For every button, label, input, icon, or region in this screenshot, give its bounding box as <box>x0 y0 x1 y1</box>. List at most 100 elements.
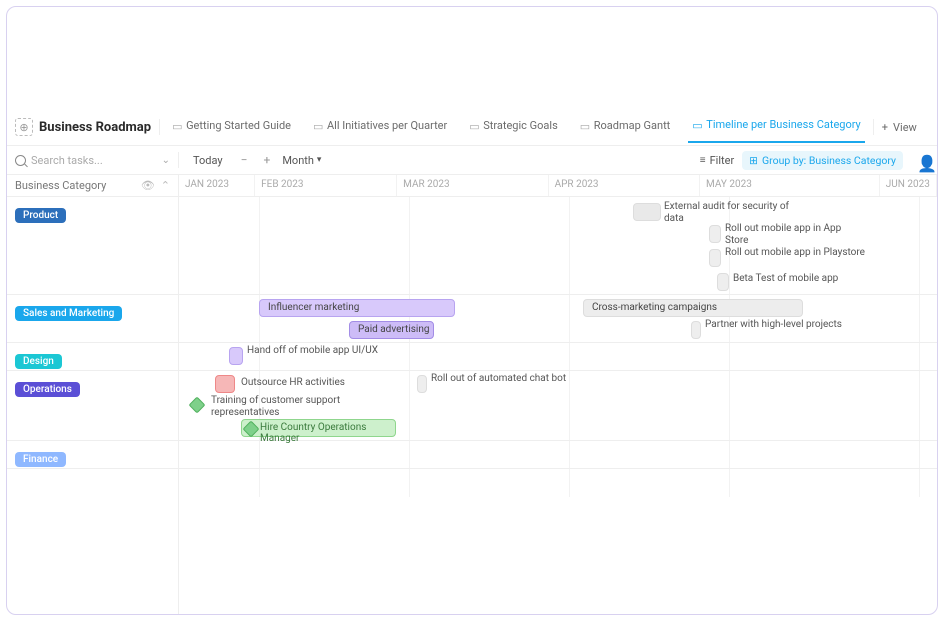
task-block[interactable] <box>417 375 427 393</box>
task-label: Hand off of mobile app UI/UX <box>247 345 378 357</box>
group-by-label: Group by: Business Category <box>762 154 896 167</box>
tab-getting-started-guide[interactable]: ▭ Getting Started Guide <box>168 113 295 142</box>
tab-label: All Initiatives per Quarter <box>327 119 447 132</box>
divider <box>178 152 179 168</box>
lane-row <box>179 441 937 469</box>
group-by-button[interactable]: ⊞ Group by: Business Category <box>742 151 903 170</box>
roadmap-icon: ⊕ <box>15 118 33 136</box>
month-header-cell: FEB 2023 <box>255 175 397 196</box>
category-header: Business Category 👁 ⌃ <box>7 175 178 197</box>
category-header-label: Business Category <box>15 179 106 192</box>
task-block[interactable] <box>717 273 729 291</box>
collapse-icon[interactable]: ⌃ <box>161 179 170 192</box>
view-icon: ▭ <box>469 120 479 130</box>
filter-icon: ≡ <box>700 155 706 166</box>
add-view-label: View <box>893 121 917 134</box>
plus-icon: + <box>882 121 888 134</box>
task-label: Roll out of automated chat bot <box>431 373 566 385</box>
toolbar: Search tasks... ⌄ Today − + Month ▾ ≡ Fi… <box>7 145 937 175</box>
tab-timeline-per-business-category[interactable]: ▭ Timeline per Business Category <box>688 112 864 143</box>
task-bar[interactable]: Paid advertising <box>349 321 434 339</box>
tab-strategic-goals[interactable]: ▭ Strategic Goals <box>465 113 562 142</box>
task-bar[interactable]: Influencer marketing <box>259 299 455 317</box>
month-header-cell: MAR 2023 <box>397 175 548 196</box>
task-block[interactable] <box>709 225 721 243</box>
title-wrap: ⊕ Business Roadmap <box>15 118 151 136</box>
topbar: ⊕ Business Roadmap ▭ Getting Started Guid… <box>7 103 937 145</box>
task-label: Influencer marketing <box>268 302 359 313</box>
task-bar[interactable]: Hire Country Operations Manager <box>241 419 396 437</box>
month-header-cell: JAN 2023 <box>179 175 255 196</box>
task-label: Cross-marketing campaigns <box>592 302 717 313</box>
zoom-select[interactable]: Month ▾ <box>282 154 321 167</box>
tab-label: Roadmap Gantt <box>594 119 671 132</box>
view-icon: ▭ <box>580 120 590 130</box>
view-icon: ▭ <box>313 120 323 130</box>
search-input[interactable]: Search tasks... ⌄ <box>15 154 170 167</box>
task-label: Partner with high-level projects <box>705 319 842 331</box>
tab-label: Timeline per Business Category <box>706 118 860 131</box>
add-view-button[interactable]: + View <box>882 121 917 134</box>
timeline-grid[interactable]: JAN 2023FEB 2023MAR 2023APR 2023MAY 2023… <box>179 175 937 614</box>
view-icon: ▭ <box>172 120 182 130</box>
search-icon <box>15 155 26 166</box>
chevron-down-icon: ▾ <box>317 155 322 165</box>
task-label: Roll out mobile app in App Store <box>725 223 865 246</box>
category-pill: Product <box>15 208 66 223</box>
person-icon[interactable]: 👤 <box>917 154 929 166</box>
view-tabs: ▭ Getting Started Guide ▭ All Initiatives p… <box>168 112 865 143</box>
lane-row: Hand off of mobile app UI/UX <box>179 343 937 371</box>
milestone-icon <box>243 421 260 438</box>
prev-button[interactable]: − <box>237 153 252 167</box>
category-column: Business Category 👁 ⌃ Product Sales and M… <box>7 175 179 614</box>
task-label: External audit for security of data <box>664 201 804 224</box>
lane-row: External audit for security of dataRoll … <box>179 197 937 295</box>
page-title: Business Roadmap <box>39 120 151 135</box>
search-placeholder: Search tasks... <box>31 154 103 167</box>
lane-row: Influencer marketing Paid advertising Cros… <box>179 295 937 343</box>
next-button[interactable]: + <box>260 153 275 167</box>
lane-row: Outsource HR activitiesRoll out of autom… <box>179 371 937 441</box>
view-icon: ▭ <box>692 119 702 129</box>
task-label: Roll out mobile app in Playstore <box>725 247 865 259</box>
tab-all-initiatives-per-quarter[interactable]: ▭ All Initiatives per Quarter <box>309 113 451 142</box>
task-block[interactable] <box>709 249 721 267</box>
filter-label: Filter <box>710 154 735 167</box>
task-label: Paid advertising <box>358 324 429 335</box>
category-row[interactable]: Design <box>7 343 178 371</box>
month-header-cell: JUN 2023 <box>880 175 937 196</box>
milestone-icon[interactable] <box>189 397 206 414</box>
month-header: JAN 2023FEB 2023MAR 2023APR 2023MAY 2023… <box>179 175 937 197</box>
category-row[interactable]: Operations <box>7 371 178 441</box>
today-button[interactable]: Today <box>187 154 229 167</box>
category-pill: Operations <box>15 382 80 397</box>
timeline: Business Category 👁 ⌃ Product Sales and M… <box>7 175 937 614</box>
chevron-down-icon: ⌄ <box>162 155 170 166</box>
zoom-label: Month <box>282 154 314 167</box>
app-frame: ⊕ Business Roadmap ▭ Getting Started Guid… <box>6 6 938 615</box>
task-bar[interactable] <box>229 347 243 365</box>
category-row[interactable]: Sales and Marketing <box>7 295 178 343</box>
category-row[interactable]: Finance <box>7 441 178 469</box>
category-row[interactable]: Product <box>7 197 178 295</box>
tab-label: Strategic Goals <box>483 119 558 132</box>
task-block[interactable] <box>691 321 701 339</box>
filter-button[interactable]: ≡ Filter <box>700 154 734 167</box>
group-icon: ⊞ <box>749 154 758 167</box>
task-bar[interactable]: Cross-marketing campaigns <box>583 299 803 317</box>
task-label: Beta Test of mobile app <box>733 273 838 285</box>
task-bar[interactable] <box>215 375 235 393</box>
category-pill: Design <box>15 354 62 369</box>
month-header-cell: MAY 2023 <box>700 175 880 196</box>
visibility-icon[interactable]: 👁 <box>141 179 155 192</box>
category-pill: Sales and Marketing <box>15 306 122 321</box>
task-label: Training of customer support representat… <box>211 395 361 418</box>
tab-label: Getting Started Guide <box>186 119 291 132</box>
divider <box>159 119 160 135</box>
lanes: External audit for security of dataRoll … <box>179 197 937 469</box>
month-header-cell: APR 2023 <box>549 175 700 196</box>
divider <box>873 119 874 135</box>
category-pill: Finance <box>15 452 66 467</box>
tab-roadmap-gantt[interactable]: ▭ Roadmap Gantt <box>576 113 675 142</box>
task-block[interactable] <box>633 203 661 221</box>
